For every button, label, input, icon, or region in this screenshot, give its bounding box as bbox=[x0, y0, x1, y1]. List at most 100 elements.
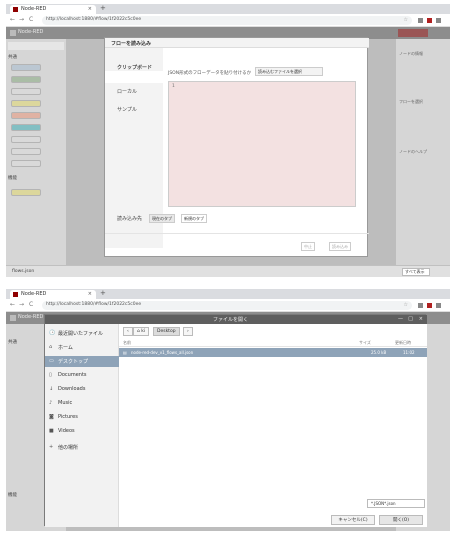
extension-icon[interactable] bbox=[427, 18, 432, 23]
textarea-value: 1 bbox=[172, 84, 175, 89]
palette-section-header[interactable]: 共通 bbox=[8, 339, 17, 345]
place-home[interactable]: ⌂ ホーム bbox=[45, 342, 119, 353]
import-current-tab-button[interactable]: 現在のタブ bbox=[149, 214, 175, 223]
forward-icon[interactable]: → bbox=[19, 16, 24, 23]
palette-node[interactable] bbox=[11, 100, 41, 107]
import-description: JSON形式のフローデータを貼り付けるか bbox=[168, 71, 252, 76]
place-pictures[interactable]: ◙ Pictures bbox=[45, 412, 119, 423]
document-icon: ▯ bbox=[49, 372, 52, 378]
browser-tab[interactable]: Node-RED × bbox=[10, 290, 96, 299]
tab-close-icon[interactable]: × bbox=[88, 6, 92, 12]
deploy-button[interactable] bbox=[398, 29, 428, 37]
palette-node[interactable] bbox=[11, 112, 41, 119]
node-palette: 共通 機能 bbox=[6, 39, 66, 265]
palette-search-input[interactable] bbox=[8, 42, 64, 50]
import-target-label: 読み込み先 bbox=[117, 216, 143, 222]
cancel-button[interactable]: キャンセル(C) bbox=[331, 515, 375, 525]
palette-node[interactable] bbox=[11, 64, 41, 71]
place-desktop[interactable]: ▭ デスクトップ bbox=[45, 356, 119, 367]
place-music[interactable]: ♪ Music bbox=[45, 398, 119, 409]
close-icon[interactable]: × bbox=[419, 316, 423, 322]
show-all-button[interactable]: すべて表示 bbox=[402, 268, 430, 276]
palette-section-header[interactable]: 機能 bbox=[8, 492, 17, 498]
column-modified[interactable]: 更新日時 bbox=[395, 340, 411, 346]
new-tab-button[interactable]: + bbox=[100, 289, 106, 297]
palette-node[interactable] bbox=[11, 136, 41, 143]
palette-node[interactable] bbox=[11, 124, 41, 131]
address-bar[interactable]: http://localhost:1880/#flow/1f2022c5c0ee… bbox=[42, 301, 412, 310]
palette-section-header[interactable]: 共通 bbox=[8, 54, 17, 60]
path-crumb-home[interactable]: ⌂ ki bbox=[133, 327, 150, 336]
palette-node[interactable] bbox=[11, 76, 41, 83]
clock-icon: 🕓 bbox=[49, 330, 56, 336]
open-button[interactable]: 開く(O) bbox=[379, 515, 423, 525]
dialog-title: フローを読み込み bbox=[111, 41, 152, 47]
music-icon: ♪ bbox=[49, 400, 53, 406]
cancel-button[interactable]: 中止 bbox=[301, 242, 315, 251]
column-name[interactable]: 名前 bbox=[123, 340, 131, 346]
tab-close-icon[interactable]: × bbox=[88, 291, 92, 297]
dialog-titlebar: フローを読み込み bbox=[105, 38, 369, 48]
back-icon[interactable]: ← bbox=[10, 301, 15, 308]
place-videos[interactable]: ■ Videos bbox=[45, 426, 119, 437]
place-recent[interactable]: 🕓 最近開いたファイル bbox=[45, 328, 119, 339]
flow-json-textarea[interactable]: 1 bbox=[168, 81, 356, 207]
bookmark-star-icon[interactable]: ☆ bbox=[404, 302, 408, 308]
screenshot-bottom: Node-RED × + ← → C http://localhost:1880… bbox=[6, 289, 450, 531]
sidebar-row: ノードの情報 bbox=[399, 51, 423, 56]
path-forward-button[interactable]: › bbox=[183, 327, 193, 336]
import-button[interactable]: 読み込み bbox=[329, 242, 351, 251]
nodered-favicon-icon bbox=[13, 292, 18, 297]
address-url: http://localhost:1880/#flow/1f2022c5c0ee bbox=[46, 17, 142, 22]
place-other-locations[interactable]: + 他の場所 bbox=[45, 442, 119, 453]
place-documents[interactable]: ▯ Documents bbox=[45, 370, 119, 381]
reload-icon[interactable]: C bbox=[29, 16, 33, 23]
extension-icon[interactable] bbox=[418, 303, 423, 308]
info-sidebar: ノードの情報 フローを選択 ノードのヘルプ bbox=[396, 39, 450, 265]
menu-item-local[interactable]: ローカル bbox=[117, 88, 137, 95]
menu-item-clipboard[interactable]: クリップボード bbox=[117, 64, 152, 71]
palette-section-header[interactable]: 機能 bbox=[8, 175, 17, 181]
new-tab-button[interactable]: + bbox=[100, 4, 106, 12]
download-icon: ↓ bbox=[49, 386, 54, 392]
maximize-icon[interactable]: □ bbox=[408, 316, 413, 322]
nodered-logo-icon bbox=[10, 30, 16, 36]
menu-item-sample[interactable]: サンプル bbox=[117, 106, 137, 113]
browser-tabstrip: Node-RED × + bbox=[6, 4, 450, 14]
browser-tab[interactable]: Node-RED × bbox=[10, 5, 96, 14]
place-label: 最近開いたファイル bbox=[58, 331, 104, 337]
file-type-filter[interactable]: *.JSON*.json bbox=[367, 499, 425, 508]
place-downloads[interactable]: ↓ Downloads bbox=[45, 384, 119, 395]
minimize-icon[interactable]: — bbox=[398, 316, 403, 322]
place-label: Music bbox=[58, 400, 73, 406]
browser-toolbar: ← → C http://localhost:1880/#flow/1f2022… bbox=[6, 299, 450, 312]
column-size[interactable]: サイズ bbox=[359, 340, 371, 346]
place-label: Pictures bbox=[58, 414, 78, 420]
extension-icon[interactable] bbox=[427, 303, 432, 308]
address-bar[interactable]: http://localhost:1880/#flow/1f2022c5c0ee… bbox=[42, 16, 412, 25]
address-url: http://localhost:1880/#flow/1f2022c5c0ee bbox=[46, 302, 142, 307]
forward-icon[interactable]: → bbox=[19, 301, 24, 308]
import-source-selected bbox=[105, 71, 163, 83]
file-chooser-title: ファイルを開く bbox=[213, 317, 249, 323]
select-file-button[interactable]: 読み込むファイルを選択 bbox=[255, 67, 323, 76]
path-crumb-desktop[interactable]: Desktop bbox=[153, 327, 180, 336]
palette-node[interactable] bbox=[11, 189, 41, 196]
path-back-button[interactable]: ‹ bbox=[123, 327, 133, 336]
palette-node[interactable] bbox=[11, 148, 41, 155]
palette-node[interactable] bbox=[11, 88, 41, 95]
file-row[interactable]: ▤ node-red-dev_v1_flows_all.json 25.0 kB… bbox=[119, 348, 427, 357]
extension-icon[interactable] bbox=[418, 18, 423, 23]
palette-node[interactable] bbox=[11, 160, 41, 167]
place-label: 他の場所 bbox=[58, 445, 79, 451]
file-name: node-red-dev_v1_flows_all.json bbox=[131, 350, 194, 355]
camera-icon: ◙ bbox=[49, 414, 54, 420]
back-icon[interactable]: ← bbox=[10, 16, 15, 23]
bookmark-star-icon[interactable]: ☆ bbox=[404, 17, 408, 23]
menu-icon[interactable] bbox=[436, 303, 441, 308]
reload-icon[interactable]: C bbox=[29, 301, 33, 308]
desktop-icon: ▭ bbox=[49, 358, 54, 364]
menu-icon[interactable] bbox=[436, 18, 441, 23]
import-new-tab-button[interactable]: 新規のタブ bbox=[181, 214, 207, 223]
places-sidebar: 🕓 最近開いたファイル ⌂ ホーム ▭ デスクトップ ▯ Documents ↓ Down… bbox=[45, 324, 119, 527]
